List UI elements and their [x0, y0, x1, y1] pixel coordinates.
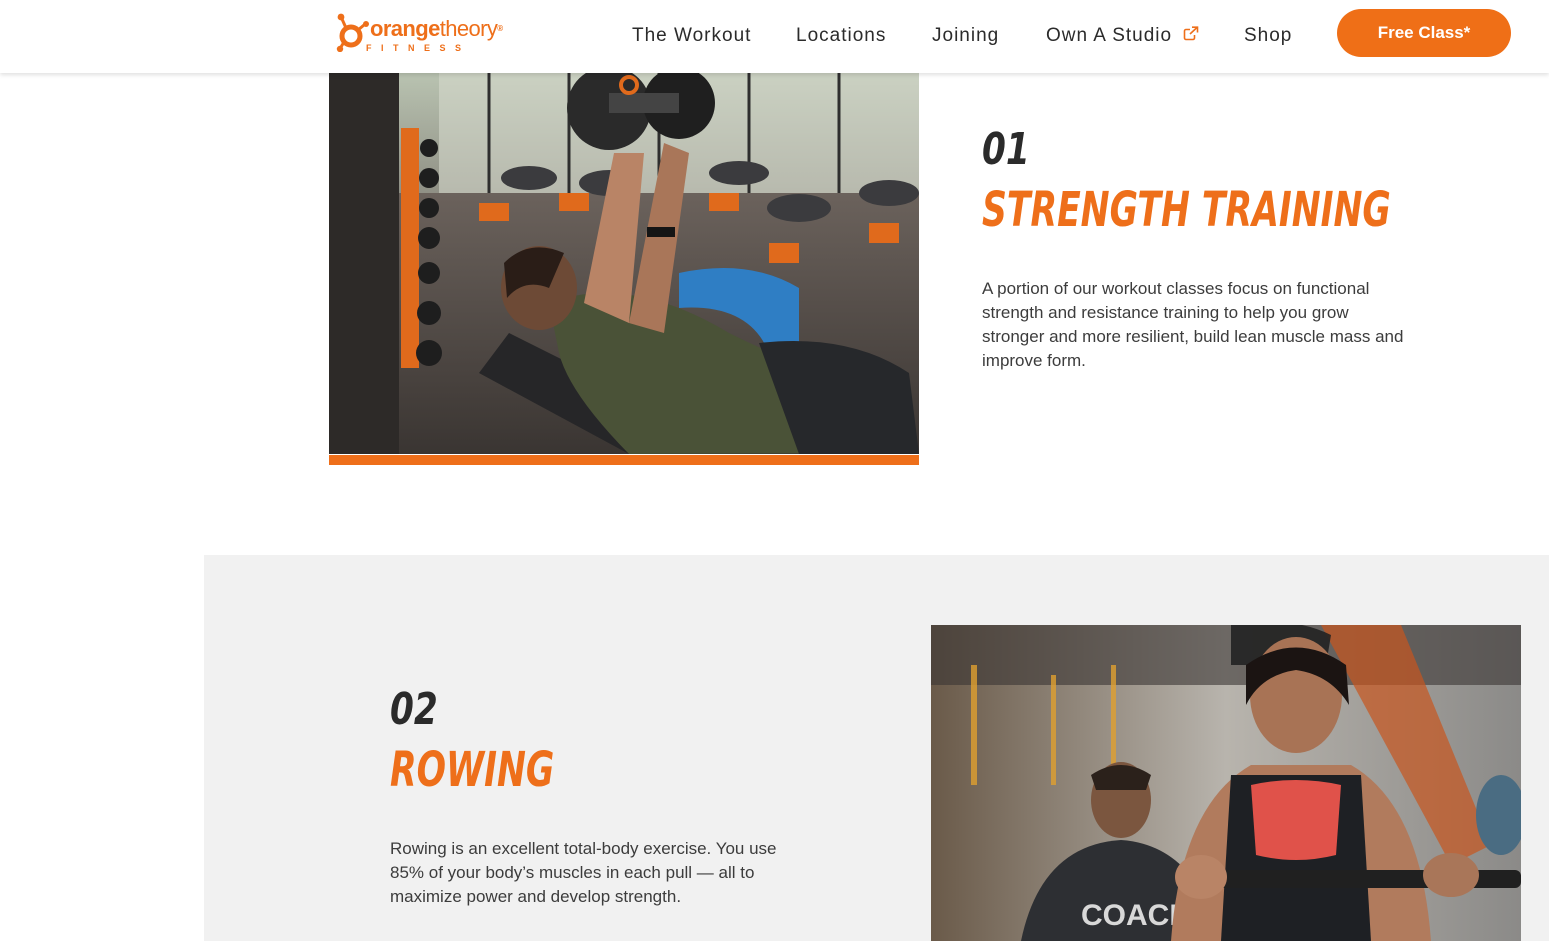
section-description: A portion of our workout classes focus o… — [982, 279, 1404, 370]
section-title: ROWING — [390, 742, 555, 798]
external-link-icon[interactable] — [1183, 26, 1199, 42]
splat-logo-icon — [336, 13, 369, 52]
nav-shop[interactable]: Shop — [1244, 24, 1292, 48]
rowing-photo: COACH — [931, 625, 1521, 941]
section-number: 01 — [982, 124, 1030, 175]
free-class-button[interactable]: Free Class* — [1337, 9, 1511, 57]
section-description: Rowing is an excellent total-body exerci… — [390, 839, 777, 906]
orangetheory-logo[interactable]: orangetheory® FITNESS — [336, 12, 506, 56]
nav-the-workout[interactable]: The Workout — [632, 24, 751, 48]
nav-joining[interactable]: Joining — [932, 24, 999, 48]
logo-wordmark-bold: orange — [370, 16, 440, 41]
site-header: orangetheory® FITNESS The Workout Locati… — [0, 0, 1549, 73]
logo-subtitle: FITNESS — [366, 43, 471, 53]
photo-accent-bar — [329, 455, 919, 465]
nav-own-a-studio[interactable]: Own A Studio — [1046, 24, 1172, 48]
section-title: STRENGTH TRAINING — [982, 182, 1391, 238]
strength-training-photo — [329, 73, 919, 454]
nav-locations[interactable]: Locations — [796, 24, 886, 48]
logo-wordmark: orangetheory® — [370, 16, 503, 41]
logo-wordmark-rest: theory — [439, 16, 498, 41]
section-number: 02 — [390, 684, 438, 735]
